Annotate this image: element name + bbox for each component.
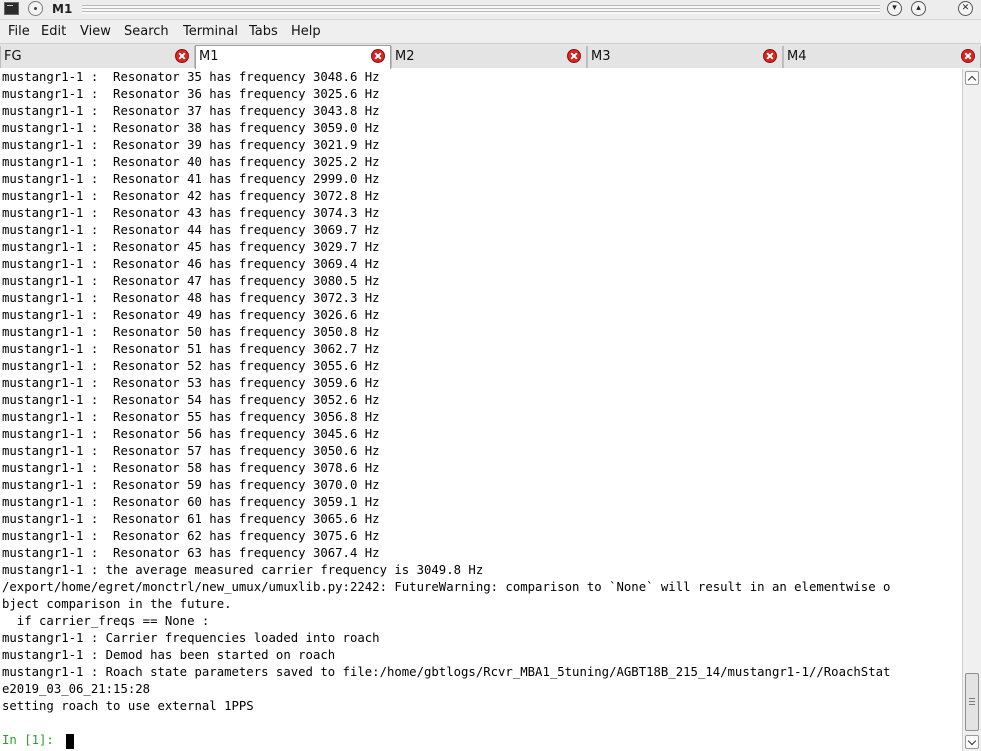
window-title: M1: [52, 2, 73, 16]
terminal-line: mustangr1-1 : Roach state parameters sav…: [2, 665, 891, 679]
terminal-line: mustangr1-1 : Resonator 40 has frequency…: [2, 155, 380, 169]
tab-bar: FG M1 M2 M3 M4: [0, 43, 981, 69]
terminal-line: setting roach to use external 1PPS: [2, 699, 254, 713]
menu-tabs[interactable]: Tabs: [249, 23, 278, 40]
tab-label: M1: [199, 49, 219, 64]
tab-label: FG: [4, 49, 22, 64]
terminal-window: M1 ▾ ▴ ✕ File Edit View Search Terminal …: [0, 0, 981, 751]
close-tab-icon[interactable]: [961, 49, 975, 63]
terminal-line: mustangr1-1 : Resonator 57 has frequency…: [2, 444, 380, 458]
terminal-line: mustangr1-1 : Resonator 62 has frequency…: [2, 529, 380, 543]
tab-label: M3: [591, 49, 611, 64]
maximize-icon[interactable]: ▴: [911, 1, 926, 16]
menu-search[interactable]: Search: [124, 23, 169, 40]
title-bar: M1 ▾ ▴ ✕: [0, 0, 981, 20]
terminal-line: if carrier_freqs == None :: [2, 614, 210, 628]
terminal-line: mustangr1-1 : Resonator 60 has frequency…: [2, 495, 380, 509]
terminal-line: /export/home/egret/monctrl/new_umux/umux…: [2, 580, 891, 594]
tab-fg[interactable]: FG: [0, 46, 195, 68]
terminal-line: mustangr1-1 : Resonator 53 has frequency…: [2, 376, 380, 390]
menu-view[interactable]: View: [80, 23, 111, 40]
scrollbar-thumb[interactable]: [965, 673, 979, 731]
close-tab-icon[interactable]: [371, 49, 385, 63]
terminal-line: bject comparison in the future.: [2, 597, 232, 611]
terminal-line: mustangr1-1 : Resonator 37 has frequency…: [2, 104, 380, 118]
tab-m1[interactable]: M1: [195, 45, 391, 69]
pin-icon[interactable]: [28, 1, 43, 16]
terminal-app-icon[interactable]: [4, 2, 19, 15]
terminal-line: mustangr1-1 : Resonator 35 has frequency…: [2, 70, 380, 84]
close-tab-icon[interactable]: [567, 49, 581, 63]
minimize-icon[interactable]: ▾: [887, 1, 902, 16]
terminal-output[interactable]: mustangr1-1 : Resonator 35 has frequency…: [0, 69, 962, 751]
terminal-line: mustangr1-1 : Resonator 54 has frequency…: [2, 393, 380, 407]
terminal-line: mustangr1-1 : Resonator 61 has frequency…: [2, 512, 380, 526]
vertical-scrollbar[interactable]: [962, 69, 981, 751]
terminal-line: mustangr1-1 : Resonator 39 has frequency…: [2, 138, 380, 152]
menu-bar: File Edit View Search Terminal Tabs Help: [0, 20, 981, 43]
close-tab-icon[interactable]: [175, 49, 189, 63]
tab-m4[interactable]: M4: [783, 46, 981, 68]
terminal-line: mustangr1-1 : Resonator 38 has frequency…: [2, 121, 380, 135]
terminal-line: mustangr1-1 : Resonator 47 has frequency…: [2, 274, 380, 288]
terminal-line: mustangr1-1 : Resonator 48 has frequency…: [2, 291, 380, 305]
tab-m3[interactable]: M3: [587, 46, 783, 68]
title-bar-grip[interactable]: [82, 5, 880, 14]
tab-label: M4: [787, 49, 807, 64]
terminal-line: mustangr1-1 : Carrier frequencies loaded…: [2, 631, 380, 645]
menu-terminal[interactable]: Terminal: [183, 23, 238, 40]
tab-m2[interactable]: M2: [391, 46, 587, 68]
terminal-line: e2019_03_06_21:15:28: [2, 682, 151, 696]
menu-file[interactable]: File: [8, 23, 30, 40]
text-cursor: [66, 734, 74, 749]
terminal-line: mustangr1-1 : Resonator 49 has frequency…: [2, 308, 380, 322]
ipython-prompt: In [1]:: [2, 733, 62, 747]
terminal-line: mustangr1-1 : Resonator 41 has frequency…: [2, 172, 380, 186]
tab-label: M2: [395, 49, 415, 64]
terminal-line: mustangr1-1 : Resonator 50 has frequency…: [2, 325, 380, 339]
terminal-line: mustangr1-1 : Resonator 63 has frequency…: [2, 546, 380, 560]
scroll-down-icon[interactable]: [965, 735, 979, 749]
terminal-line: mustangr1-1 : Resonator 52 has frequency…: [2, 359, 380, 373]
terminal-text: mustangr1-1 : Resonator 35 has frequency…: [2, 69, 890, 715]
menu-help[interactable]: Help: [291, 23, 321, 40]
terminal-line: mustangr1-1 : Demod has been started on …: [2, 648, 336, 662]
terminal-line: mustangr1-1 : Resonator 43 has frequency…: [2, 206, 380, 220]
terminal-line: mustangr1-1 : Resonator 56 has frequency…: [2, 427, 380, 441]
terminal-line: mustangr1-1 : Resonator 36 has frequency…: [2, 87, 380, 101]
terminal-line: mustangr1-1 : Resonator 51 has frequency…: [2, 342, 380, 356]
scroll-up-icon[interactable]: [965, 71, 979, 85]
close-tab-icon[interactable]: [763, 49, 777, 63]
terminal-line: mustangr1-1 : Resonator 42 has frequency…: [2, 189, 380, 203]
terminal-line: mustangr1-1 : Resonator 44 has frequency…: [2, 223, 380, 237]
menu-edit[interactable]: Edit: [41, 23, 66, 40]
terminal-line: mustangr1-1 : Resonator 46 has frequency…: [2, 257, 380, 271]
terminal-line: mustangr1-1 : the average measured carri…: [2, 563, 484, 577]
terminal-line: mustangr1-1 : Resonator 55 has frequency…: [2, 410, 380, 424]
terminal-line: mustangr1-1 : Resonator 59 has frequency…: [2, 478, 380, 492]
terminal-line: mustangr1-1 : Resonator 58 has frequency…: [2, 461, 380, 475]
terminal-line: mustangr1-1 : Resonator 45 has frequency…: [2, 240, 380, 254]
close-window-icon[interactable]: ✕: [958, 1, 973, 16]
